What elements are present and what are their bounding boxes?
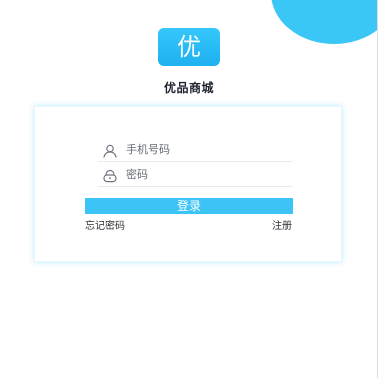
app-logo: 优: [158, 28, 220, 66]
phone-field[interactable]: 手机号码: [98, 141, 292, 162]
login-button[interactable]: 登录: [85, 198, 293, 214]
login-card: 手机号码 密码 登录 忘记密码 注册: [34, 106, 342, 262]
brand-name: 优品商城: [163, 81, 214, 95]
password-field[interactable]: 密码: [98, 166, 292, 187]
corner-decoration: [271, 0, 377, 44]
lock-icon: [102, 168, 118, 183]
user-icon: [102, 143, 118, 158]
forgot-password-link[interactable]: 忘记密码: [85, 220, 125, 234]
login-page: 优 优品商城 手机号码 密码 登录 忘记密码 注册: [0, 0, 378, 378]
logo-text: 优: [177, 33, 201, 61]
register-link[interactable]: 注册: [272, 220, 292, 234]
phone-placeholder: 手机号码: [126, 143, 170, 156]
password-placeholder: 密码: [126, 168, 148, 181]
